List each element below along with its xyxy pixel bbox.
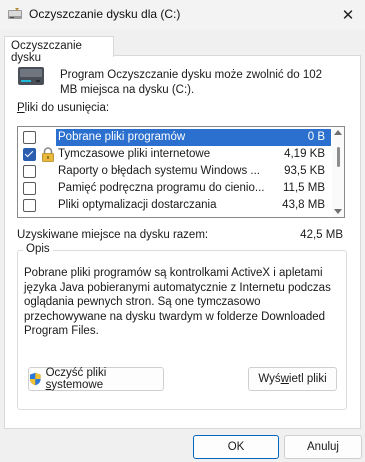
list-item[interactable]: Pobrane pliki programów 0 B bbox=[18, 129, 331, 146]
intro-text: Program Oczyszczanie dysku może zwolnić … bbox=[60, 69, 323, 96]
uac-shield-icon bbox=[29, 372, 41, 386]
list-item[interactable]: Pamięć podręczna programu do cienio... 1… bbox=[18, 180, 331, 197]
item-name: Pamięć podręczna programu do cienio... bbox=[58, 182, 265, 194]
item-size: 0 B bbox=[307, 131, 325, 143]
lock-icon bbox=[42, 147, 54, 162]
item-name: Raporty o błędach systemu Windows ... bbox=[58, 165, 260, 177]
description-text: Pobrane pliki programów są kontrolkami A… bbox=[24, 267, 331, 338]
item-checkbox[interactable] bbox=[23, 131, 36, 144]
close-icon: ✕ bbox=[341, 7, 355, 24]
scroll-down-icon[interactable] bbox=[334, 209, 342, 214]
files-to-delete-label: Pliki do usunięcia: bbox=[17, 102, 110, 114]
item-checkbox[interactable] bbox=[23, 182, 36, 195]
list-item[interactable]: Tymczasowe pliki internetowe 4,19 KB bbox=[18, 146, 331, 163]
scroll-up-icon[interactable] bbox=[334, 130, 342, 135]
item-checkbox[interactable] bbox=[23, 165, 36, 178]
item-name: Pobrane pliki programów bbox=[58, 131, 186, 143]
hard-drive-icon bbox=[18, 67, 44, 85]
item-name: Tymczasowe pliki internetowe bbox=[58, 148, 211, 160]
list-item[interactable]: Pliki optymalizacji dostarczania 43,8 MB bbox=[18, 197, 331, 214]
view-files-button[interactable]: Wyświetl pliki bbox=[248, 367, 337, 391]
item-size: 11,5 MB bbox=[283, 182, 325, 194]
disk-cleanup-app-icon bbox=[8, 8, 22, 19]
cancel-label: Anuluj bbox=[307, 441, 339, 453]
item-size: 43,8 MB bbox=[282, 199, 325, 211]
list-item[interactable]: Raporty o błędach systemu Windows ... 93… bbox=[18, 163, 331, 180]
ok-button[interactable]: OK bbox=[193, 435, 279, 459]
item-name: Pliki optymalizacji dostarczania bbox=[58, 199, 217, 211]
tab-label: Oczyszczanie dysku bbox=[11, 40, 82, 64]
close-button[interactable]: ✕ bbox=[331, 0, 365, 30]
scroll-thumb[interactable] bbox=[337, 147, 340, 167]
window-title: Oczyszczanie dysku dla (C:) bbox=[29, 7, 181, 21]
space-gained-value: 42,5 MB bbox=[300, 229, 343, 241]
ok-label: OK bbox=[227, 441, 245, 453]
clean-system-files-button[interactable]: Oczyść pliki systemowe bbox=[28, 367, 164, 391]
item-checkbox[interactable] bbox=[23, 148, 36, 161]
list-scrollbar[interactable] bbox=[332, 127, 344, 217]
view-files-label: Wyświetl pliki bbox=[258, 373, 327, 385]
files-list[interactable]: Pobrane pliki programów 0 B Tymczasowe p… bbox=[17, 126, 345, 218]
item-checkbox[interactable] bbox=[23, 199, 36, 212]
cancel-button[interactable]: Anuluj bbox=[284, 435, 362, 459]
space-gained-label: Uzyskiwane miejsce na dysku razem: bbox=[17, 229, 209, 241]
clean-system-files-label: Oczyść pliki systemowe bbox=[45, 367, 107, 391]
tab-disk-cleanup[interactable]: Oczyszczanie dysku bbox=[4, 36, 114, 64]
item-size: 4,19 KB bbox=[284, 148, 325, 160]
item-size: 93,5 KB bbox=[284, 165, 325, 177]
description-title: Opis bbox=[23, 243, 53, 255]
title-bar: Oczyszczanie dysku dla (C:) ✕ bbox=[0, 0, 365, 30]
